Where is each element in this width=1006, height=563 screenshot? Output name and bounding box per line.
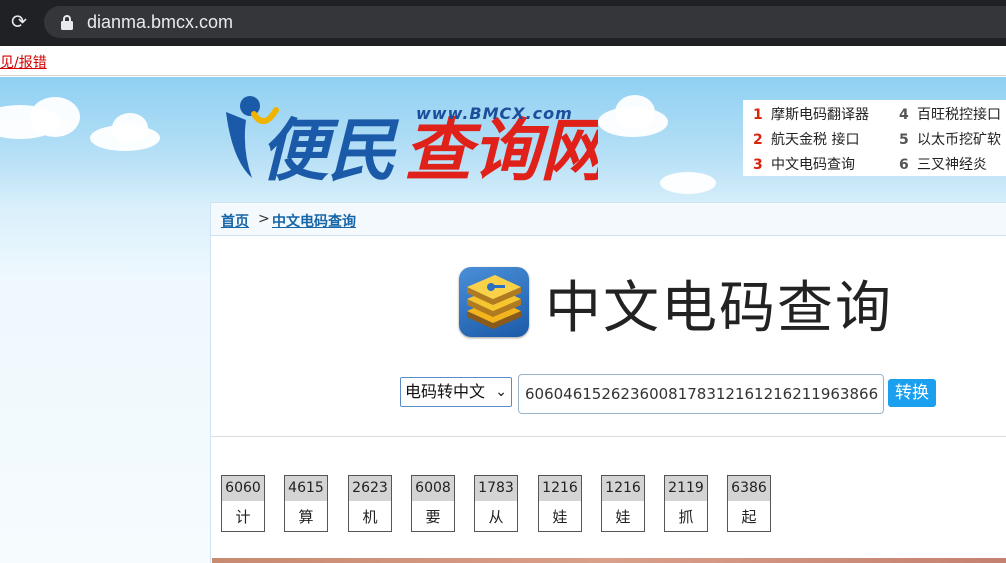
result-char: 要 [425,508,441,526]
hot-link-label: 摩斯电码翻译器 [771,107,869,123]
cloud-decoration [112,113,148,143]
result-card: 1216 娃 [538,475,582,532]
breadcrumb-home-link[interactable]: 首页 [221,211,249,231]
reload-icon[interactable]: ⟳ [8,11,30,33]
hot-link[interactable]: 6 三叉神经炎 [899,154,987,174]
result-char: 机 [362,508,378,526]
result-char: 抓 [678,508,694,526]
svg-text:便民: 便民 [260,112,400,190]
result-char: 娃 [552,508,568,526]
result-code: 2119 [665,476,707,501]
result-code: 1216 [602,476,644,501]
hot-link-label: 三叉神经炎 [917,157,987,173]
hot-link-label: 以太币挖矿软 [917,132,1001,148]
result-card: 2623 机 [348,475,392,532]
result-card: 6060 计 [221,475,265,532]
result-code: 2623 [349,476,391,501]
hot-link-label: 中文电码查询 [771,157,855,173]
result-code: 1216 [539,476,581,501]
hot-link-number: 3 [753,157,763,173]
book-icon [459,267,529,337]
conversion-mode-value: 电码转中文 [405,382,486,401]
hot-link[interactable]: 2 航天金税 接口 [753,129,859,149]
breadcrumb-separator: > [258,211,270,227]
hot-link-number: 2 [753,132,763,148]
hot-link-label: 百旺税控接口 [917,107,1001,123]
page-title: 中文电码查询 [545,276,893,341]
result-char: 算 [298,508,314,526]
hot-link-number: 1 [753,107,763,123]
cloud-decoration [660,172,716,194]
result-card: 2119 抓 [664,475,708,532]
result-char: 从 [488,508,504,526]
hot-link[interactable]: 1 摩斯电码翻译器 [753,104,869,124]
lock-icon [61,15,73,30]
chevron-down-icon: ⌄ [495,384,507,400]
hot-links-list: 1 摩斯电码翻译器 2 航天金税 接口 3 中文电码查询 4 百旺税控接口 5 以太币挖矿… [743,100,1006,176]
result-code: 6386 [728,476,770,501]
result-code: 6060 [222,476,264,501]
result-code: 6008 [412,476,454,501]
feedback-bar: 见/报错 [0,46,1006,76]
url-text: dianma.bmcx.com [87,12,234,32]
hot-link[interactable]: 5 以太币挖矿软 [899,129,1001,149]
section-divider [211,436,1006,437]
hot-link-number: 5 [899,132,909,148]
result-char: 起 [741,508,757,526]
hot-link-number: 6 [899,157,909,173]
address-bar[interactable]: dianma.bmcx.com [44,6,1006,38]
breadcrumb-current-link[interactable]: 中文电码查询 [272,211,356,231]
result-code: 4615 [285,476,327,501]
result-card: 1216 娃 [601,475,645,532]
hot-link[interactable]: 4 百旺税控接口 [899,104,1001,124]
telegraph-code-input[interactable]: 6060461526236008178312161216211963866 [518,374,884,414]
feedback-link[interactable]: 见/报错 [0,52,47,72]
conversion-mode-select[interactable]: 电码转中文 ⌄ [400,377,512,407]
result-char: 娃 [615,508,631,526]
cloud-decoration [30,97,80,137]
convert-button[interactable]: 转换 [888,379,936,407]
svg-text:查询网: 查询网 [404,112,598,190]
content-panel: 首页 > 中文电码查询 中文电码查询 电码转中文 ⌄ 6060461526236… [210,202,1006,563]
logo-domain: www.BMCX.com [416,104,573,123]
banner-edge [212,558,1006,563]
hot-link-label: 航天金税 接口 [771,132,860,148]
result-char: 计 [235,508,251,526]
result-code: 1783 [475,476,517,501]
cloud-decoration [615,95,655,129]
result-card: 4615 算 [284,475,328,532]
result-card: 1783 从 [474,475,518,532]
result-card: 6386 起 [727,475,771,532]
browser-toolbar: ⟳ dianma.bmcx.com [0,0,1006,46]
breadcrumb: 首页 > 中文电码查询 [211,203,1006,236]
hot-link[interactable]: 3 中文电码查询 [753,154,855,174]
result-card: 6008 要 [411,475,455,532]
hot-link-number: 4 [899,107,909,123]
